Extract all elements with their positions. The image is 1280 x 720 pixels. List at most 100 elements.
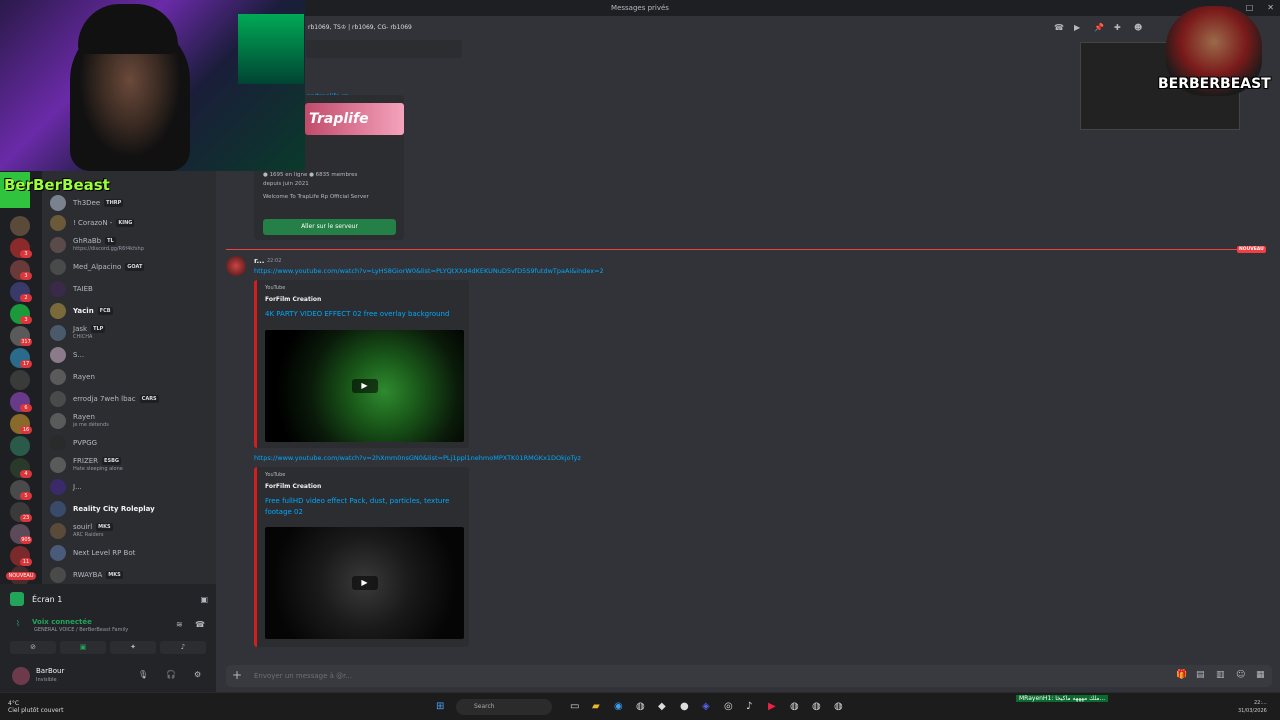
gif-icon[interactable]: ▤ xyxy=(1196,670,1205,680)
avatar xyxy=(50,435,66,451)
members-icon[interactable]: ☻ xyxy=(1134,23,1142,32)
dm-item[interactable]: Th3Dee THRP xyxy=(46,192,212,214)
emoji-icon[interactable]: ☺ xyxy=(1236,670,1245,680)
tiktok-icon[interactable]: ♪ xyxy=(746,701,752,712)
file-explorer-icon[interactable]: ▰ xyxy=(592,701,600,712)
app-icon[interactable]: ◆ xyxy=(658,701,666,712)
unread-badge: 16 xyxy=(20,426,32,434)
author-avatar[interactable] xyxy=(226,256,246,276)
server-tag: ESBG xyxy=(102,457,121,465)
message-author[interactable]: r... xyxy=(254,257,264,265)
gift-icon[interactable]: 🎁 xyxy=(1176,670,1187,680)
edge-icon[interactable]: ◉ xyxy=(614,701,623,712)
weather-widget[interactable]: 4°C Ciel plutôt couvert xyxy=(8,700,64,714)
dm-item[interactable]: S... xyxy=(46,344,212,366)
video-icon[interactable]: ▶ xyxy=(1074,23,1080,32)
youtube-link[interactable]: https://www.youtube.com/watch?v=2hXmm0ns… xyxy=(254,454,581,462)
message-input[interactable]: Envoyer un message à @r... xyxy=(254,672,352,680)
dm-item[interactable]: GhRaBb TL https://discord.gg/R6f4kfshp xyxy=(46,234,212,256)
chrome-icon[interactable]: ◍ xyxy=(812,701,821,712)
dm-item[interactable]: RWAYBA MKS xyxy=(46,564,212,586)
embed-title[interactable]: 4K PARTY VIDEO EFFECT 02 free overlay ba… xyxy=(265,309,465,320)
apps-icon[interactable]: ▦ xyxy=(1256,670,1265,680)
popout-icon[interactable]: ▣ xyxy=(200,595,208,604)
clock[interactable]: 22:... 31/03/2026 xyxy=(1238,699,1267,715)
share-screen-button[interactable]: ▣ xyxy=(60,641,106,654)
join-server-button[interactable]: Aller sur le serveur xyxy=(263,219,396,235)
server-icon[interactable] xyxy=(10,216,30,236)
disconnect-icon[interactable]: ☎ xyxy=(195,620,205,629)
dm-item[interactable]: ! CorazoN - KING xyxy=(46,212,212,234)
embed-author[interactable]: ForFilm Creation xyxy=(265,296,321,303)
dm-item[interactable]: PVPGG xyxy=(46,432,212,454)
group-members: rb1069, TS♔ | rb1069, CG- rb1069 xyxy=(308,24,412,31)
invite-since: depuis juin 2021 xyxy=(263,181,309,187)
user-name: BarBour xyxy=(36,667,65,675)
dm-name: ! CorazoN - xyxy=(73,219,113,227)
video-thumbnail[interactable]: ▶ xyxy=(265,527,464,639)
invite-description: Welcome To TrapLife Rp Official Server xyxy=(263,194,369,200)
server-icon[interactable] xyxy=(10,370,30,390)
screen-share-item[interactable]: Écran 1 ▣ xyxy=(10,590,208,608)
unread-badge: 23 xyxy=(20,514,32,522)
embed-title[interactable]: Free fullHD video effect Pack, dust, par… xyxy=(265,496,465,518)
headset-icon[interactable]: 🎧 xyxy=(166,670,176,679)
chrome-icon[interactable]: ◍ xyxy=(636,701,645,712)
taskbar-search[interactable]: Search xyxy=(456,699,552,715)
sticker-icon[interactable]: ▥ xyxy=(1216,670,1225,680)
task-view-icon[interactable]: ▭ xyxy=(570,701,579,712)
windows-start-icon[interactable]: ⊞ xyxy=(436,701,444,712)
play-icon[interactable]: ▶ xyxy=(351,379,378,393)
server-icon[interactable] xyxy=(10,436,30,456)
mic-icon[interactable]: 🎙 xyxy=(138,670,148,679)
plus-icon[interactable]: + xyxy=(232,668,242,682)
dm-item[interactable]: Rayen xyxy=(46,366,212,388)
server-tag: MKS xyxy=(106,571,123,579)
dm-item[interactable]: Reality City Roleplay xyxy=(46,498,212,520)
user-avatar[interactable] xyxy=(12,667,30,685)
pin-icon[interactable]: 📌 xyxy=(1094,23,1104,32)
dm-item[interactable]: Next Level RP Bot xyxy=(46,542,212,564)
gear-icon[interactable]: ⚙ xyxy=(194,670,201,679)
embed-author[interactable]: ForFilm Creation xyxy=(265,483,321,490)
window-title: Messages privés xyxy=(611,4,669,12)
play-icon[interactable]: ▶ xyxy=(351,576,378,590)
dm-name: Yacin xyxy=(73,307,94,315)
app-icon[interactable]: ● xyxy=(680,701,689,712)
embed-provider[interactable]: YouTube xyxy=(265,285,285,291)
chrome-icon[interactable]: ◍ xyxy=(834,701,843,712)
dm-item[interactable]: FRIZER ESBG Hate sleeping alone xyxy=(46,454,212,476)
invite-counts: ● 1695 en ligne ● 6835 membres xyxy=(263,172,358,178)
app-icon[interactable]: ▶ xyxy=(768,701,776,712)
dm-item[interactable]: TAIEB xyxy=(46,278,212,300)
activities-button[interactable]: ✦ xyxy=(110,641,156,654)
windows-taskbar: 4°C Ciel plutôt couvert ⊞ Search ▭ ▰ ◉ ◍… xyxy=(0,692,1280,720)
camera-button[interactable]: ⊘ xyxy=(10,641,56,654)
add-member-icon[interactable]: ✚ xyxy=(1114,23,1121,32)
dm-name: Rayen xyxy=(73,413,95,421)
dm-status: https://discord.gg/R6f4kfshp xyxy=(73,246,144,252)
dm-item[interactable]: errodja 7weh lbac CARS xyxy=(46,388,212,410)
noise-suppression-icon[interactable]: ≋ xyxy=(176,620,183,629)
dm-item[interactable]: Jask TLP CHICHA xyxy=(46,322,212,344)
video-thumbnail[interactable]: ▶ xyxy=(265,330,464,442)
dm-item[interactable]: Rayen je me détends xyxy=(46,410,212,432)
unread-badge: 3 xyxy=(20,272,32,280)
dm-item[interactable]: souirl MKS ARC Raiders xyxy=(46,520,212,542)
app-icon[interactable]: ◎ xyxy=(724,701,733,712)
soundboard-button[interactable]: ♪ xyxy=(160,641,206,654)
voice-channel[interactable]: GENERAL VOICE / BerBerBeast Family xyxy=(34,627,128,633)
voice-status[interactable]: Voix connectée xyxy=(32,618,92,626)
previous-embed xyxy=(306,40,462,58)
call-icon[interactable]: ☎ xyxy=(1054,23,1064,32)
avatar xyxy=(50,501,66,517)
online-count: 1695 en ligne xyxy=(269,172,308,178)
dm-item[interactable]: Med_Alpacino GOAT xyxy=(46,256,212,278)
youtube-link[interactable]: https://www.youtube.com/watch?v=LyHS8Gio… xyxy=(254,267,604,275)
discord-window: Messages privés – □ ✕ 3 3 2 3 317 17 6 1… xyxy=(0,0,1280,720)
dm-item[interactable]: J... xyxy=(46,476,212,498)
dm-item[interactable]: Yacin FCB xyxy=(46,300,212,322)
discord-icon[interactable]: ◈ xyxy=(702,701,710,712)
chrome-icon[interactable]: ◍ xyxy=(790,701,799,712)
embed-provider[interactable]: YouTube xyxy=(265,472,285,478)
